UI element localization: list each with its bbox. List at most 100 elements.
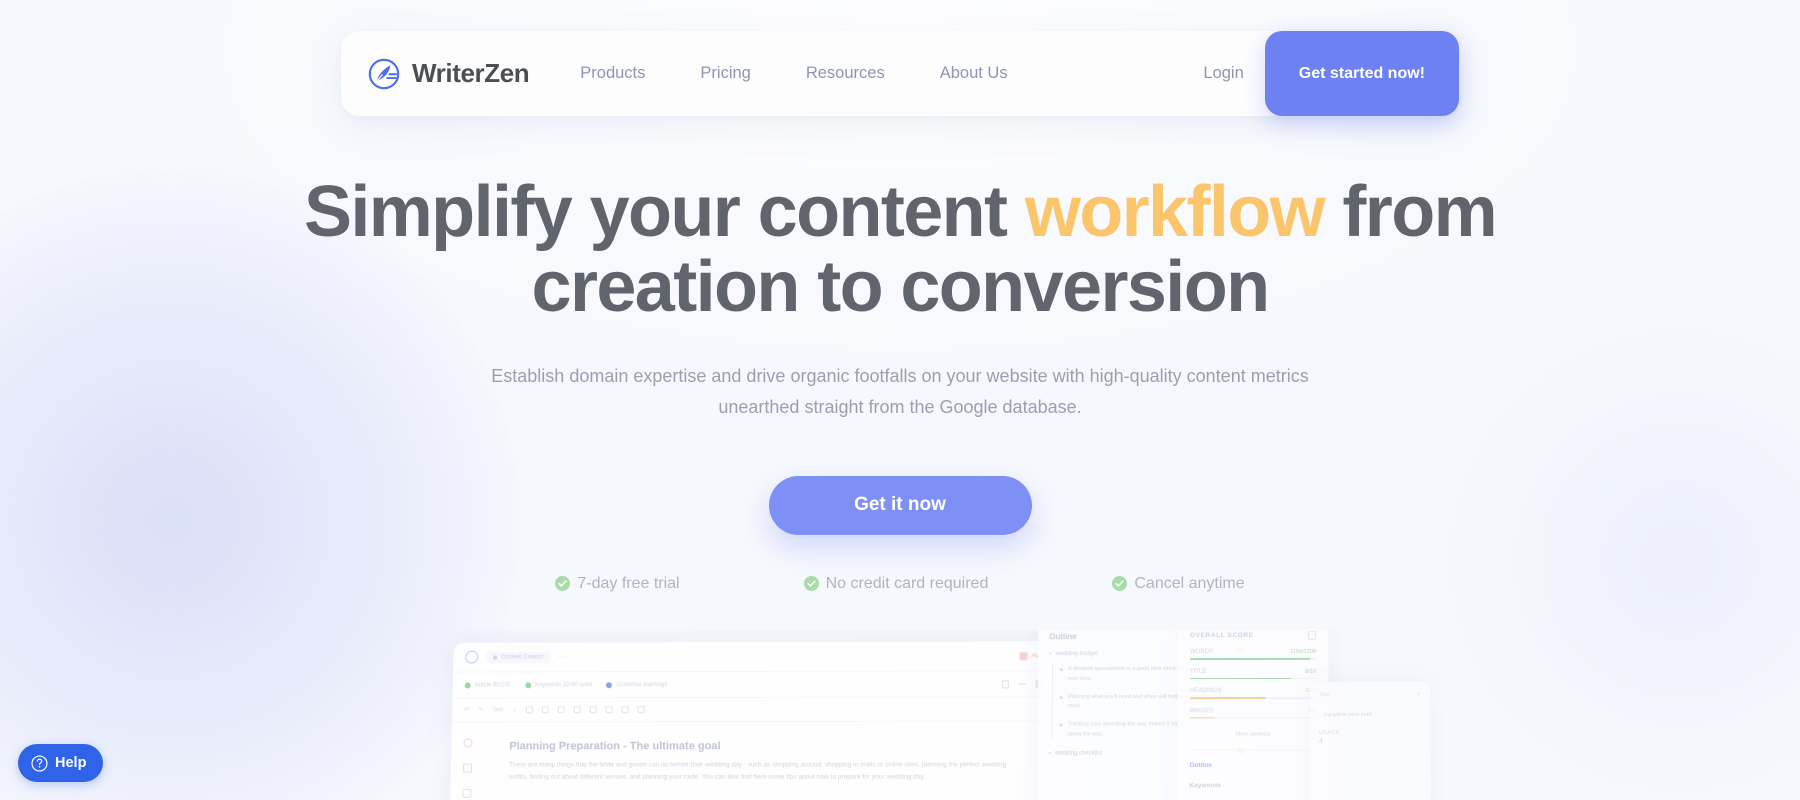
mockup-editor-topbar: Content Creator × ··· Acc [453, 641, 1055, 673]
mockup-editor-toolbar: ↶ ↷ Text ⌄ [451, 697, 1056, 723]
mockup-score-fill [1189, 657, 1310, 660]
mockup-chip-dot-icon [464, 681, 471, 688]
trust-badge-cancel-anytime: Cancel anytime [1112, 574, 1245, 593]
chevron-down-icon: ▾ [1048, 750, 1051, 757]
mockup-tips-metric-label: USAGE [1319, 730, 1340, 737]
mockup-score-divider [1189, 750, 1317, 752]
mockup-more-analysis-link[interactable]: More analysis [1190, 732, 1317, 738]
mockup-underline-icon [557, 706, 565, 714]
mockup-chip-dot-icon [524, 681, 532, 688]
hero-subheading: Establish domain expertise and drive org… [491, 365, 1309, 417]
mockup-document-title: Planning Preparation - The ultimate goal [509, 740, 721, 753]
check-circle-icon [1112, 576, 1128, 592]
nav-link-about-us[interactable]: About Us [940, 56, 1008, 91]
close-icon[interactable]: ✕ [1416, 691, 1421, 698]
mockup-score-track [1189, 717, 1317, 719]
mockup-score-row: HEADINGS 6/10 [1189, 688, 1317, 699]
mockup-table-icon [637, 706, 645, 714]
mockup-score-label: HEADINGS [1189, 688, 1222, 695]
mockup-rail-doc-icon [462, 763, 472, 773]
mockup-score-fill [1189, 677, 1291, 680]
mockup-score-value: 1150/1200 [1290, 648, 1317, 655]
mockup-tips-text: ...ing within your field [1319, 711, 1372, 719]
mockup-status-chip: Grammar warnings [606, 682, 667, 688]
nav-links: Products Pricing Resources About Us [580, 56, 1062, 91]
mockup-tips-metric-value: 4 [1318, 738, 1323, 746]
mockup-outline-group-label: wedding budget [1055, 651, 1098, 658]
mockup-score-label: IMAGES [1189, 708, 1214, 715]
trust-badge-free-trial: 7-day free trial [555, 575, 680, 593]
mockup-score-row-top: HEADINGS 6/10 [1190, 688, 1317, 694]
help-widget-label: Help [55, 755, 87, 771]
mockup-chip-label: Article 95/100 [474, 681, 512, 688]
mockup-italic-icon [541, 706, 549, 714]
hero-cta-wrapper: Get it now [0, 475, 1800, 535]
navbar-right: Login Get started now! [1203, 31, 1459, 116]
nav-link-products[interactable]: Products [580, 56, 645, 91]
help-widget[interactable]: Help [18, 744, 104, 782]
trust-badge-no-credit-card: No credit card required [803, 575, 988, 593]
check-circle-icon [803, 576, 819, 592]
mockup-image-icon [621, 706, 629, 714]
mockup-outline-group-label: wedding checklist [1054, 750, 1103, 757]
mockup-bold-icon [525, 706, 534, 714]
nav-link-pricing[interactable]: Pricing [700, 56, 750, 91]
mockup-score-nav-outline[interactable]: Outline [1189, 762, 1316, 769]
check-circle-icon [555, 576, 571, 592]
get-it-now-button[interactable]: Get it now [768, 475, 1032, 535]
chevron-down-icon: ▾ [1049, 651, 1052, 658]
brand-name: WriterZen [412, 58, 530, 88]
mockup-editor-body: Planning Preparation - The ultimate goal… [446, 722, 1061, 800]
mockup-score-panel: OVERALL SCORE WORDS 1150/1200 TITLE 8/10 [1176, 630, 1330, 800]
mockup-chip-dot-icon [606, 681, 613, 688]
mockup-text-style-label: Text [492, 706, 504, 713]
bullet-dot-icon [1059, 695, 1063, 699]
get-started-button[interactable]: Get started now! [1264, 31, 1459, 116]
login-link[interactable]: Login [1203, 64, 1243, 83]
mockup-status-chip: Keywords 32/40 used [524, 681, 593, 688]
feather-pen-circle-icon [368, 58, 400, 89]
mockup-editor-tab: Content Creator [486, 650, 551, 664]
hero-section: Simplify your content workflow from crea… [0, 175, 1800, 593]
mockup-score-fill [1189, 697, 1266, 699]
mockup-score-value: 8/10 [1305, 668, 1317, 675]
mockup-align-left-icon [573, 706, 581, 714]
mockup-score-row: TITLE 8/10 [1189, 668, 1317, 680]
mockup-rail-idea-icon [461, 788, 471, 798]
mockup-chips-right [1001, 679, 1043, 688]
nav-link-resources[interactable]: Resources [806, 56, 885, 91]
mockup-tab-label: Content Creator [500, 653, 544, 661]
navbar: WriterZen Products Pricing Resources Abo… [341, 31, 1459, 116]
mockup-minimize-icon [1018, 683, 1027, 685]
mockup-chip-label: Keywords 32/40 used [534, 681, 593, 688]
mockup-score-fill [1189, 717, 1215, 719]
mockup-score-row-top: TITLE 8/10 [1190, 668, 1316, 674]
mockup-score-row-top: IMAGES 1/5 [1190, 708, 1317, 714]
mockup-tips-panel: Tips ✕ ...ing within your field USAGE 4 [1309, 681, 1431, 800]
mockup-outline-title: Outline [1049, 632, 1077, 642]
mockup-score-nav-keywords[interactable]: Keywords [1189, 783, 1316, 790]
headline-part1: Simplify your content [303, 172, 1025, 252]
mockup-undo-icon: ↶ [464, 707, 470, 714]
copy-icon [1308, 630, 1317, 640]
mockup-document-paragraph: There are many things that the bride and… [508, 761, 1007, 781]
mockup-editor-sidebar-rail [446, 722, 484, 800]
product-screenshot-mockup: Content Creator × ··· Acc Article 95/100… [0, 630, 1800, 800]
headline-accent: workflow [1024, 172, 1326, 252]
mockup-app-logo-icon [465, 650, 479, 664]
mockup-tab-dot-icon [493, 655, 498, 660]
mockup-chevron-down-icon: ⌄ [511, 707, 518, 714]
bullet-dot-icon [1059, 723, 1063, 727]
mockup-score-title: OVERALL SCORE [1190, 631, 1254, 640]
mockup-score-header: OVERALL SCORE [1190, 630, 1317, 640]
mockup-editor-window: Content Creator × ··· Acc Article 95/100… [446, 641, 1062, 800]
trust-badge-label: Cancel anytime [1134, 574, 1245, 592]
mockup-score-track [1189, 697, 1317, 699]
mockup-status-chip: Article 95/100 [464, 681, 512, 688]
brand-logo[interactable]: WriterZen [367, 57, 530, 91]
trust-badges: 7-day free trial No credit card required… [0, 575, 1800, 593]
mockup-editor-status-chips: Article 95/100 Keywords 32/40 used Gramm… [452, 671, 1055, 699]
mockup-score-row-top: WORDS 1150/1200 [1190, 649, 1316, 655]
mockup-redo-icon: ↷ [478, 707, 484, 714]
mockup-document-area: Planning Preparation - The ultimate goal… [477, 722, 1061, 800]
